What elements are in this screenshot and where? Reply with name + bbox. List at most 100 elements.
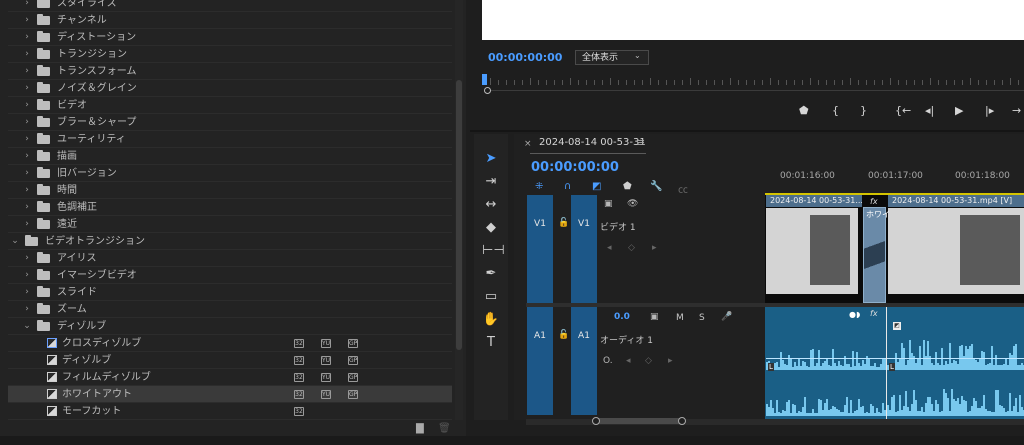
ripple-edit-tool-icon[interactable]: ↔ — [482, 196, 500, 214]
clip-title[interactable]: 2024-08-14 00-53-31.mp4 [V] — [888, 195, 1024, 207]
effects-folder[interactable]: › トランスフォーム — [8, 63, 452, 80]
hand-tool-icon[interactable]: ✋ — [482, 311, 500, 329]
source-patch-a1[interactable]: A1 — [527, 307, 553, 415]
effects-folder[interactable]: ⌄ ディゾルブ — [8, 318, 452, 335]
chevron-right-icon[interactable]: › — [22, 46, 32, 63]
chevron-right-icon[interactable]: › — [22, 284, 32, 301]
effects-folder[interactable]: › 旧バージョン — [8, 165, 452, 182]
next-keyframe-icon[interactable]: ▸ — [668, 356, 673, 366]
effects-folder[interactable]: ⌄ ビデオトランジション — [8, 233, 452, 250]
effects-folder[interactable]: › トランジション — [8, 46, 452, 63]
effects-folder[interactable]: › スタイライズ — [8, 0, 452, 12]
effects-folder[interactable]: › アイリス — [8, 250, 452, 267]
next-keyframe-icon[interactable]: ▸ — [652, 243, 657, 253]
linked-selection-icon[interactable]: ◩ — [592, 181, 601, 192]
chevron-right-icon[interactable]: › — [22, 182, 32, 199]
volume-rubberband[interactable] — [766, 358, 1024, 359]
audio-transition-icon[interactable]: ◩ — [893, 322, 901, 330]
program-playhead[interactable] — [482, 74, 487, 85]
effects-folder[interactable]: › チャンネル — [8, 12, 452, 29]
volume-keyframe-icon[interactable]: O. — [603, 356, 613, 366]
effects-item[interactable]: ホワイトアウト 32 YU GP — [8, 386, 452, 403]
prev-keyframe-icon[interactable]: ◂ — [626, 356, 631, 366]
chevron-right-icon[interactable]: › — [22, 0, 32, 12]
chevron-right-icon[interactable]: › — [22, 29, 32, 46]
effects-folder[interactable]: › ビデオ — [8, 97, 452, 114]
marker-icon[interactable]: ⬟ — [623, 181, 632, 192]
effects-folder[interactable]: › 描画 — [8, 148, 452, 165]
chevron-down-icon[interactable]: ⌄ — [10, 233, 20, 250]
close-icon[interactable]: × — [524, 139, 532, 149]
play-icon[interactable]: ▶ — [955, 104, 963, 117]
effects-item[interactable]: クロスディゾルブ 32 YU GP — [8, 335, 452, 352]
effects-folder[interactable]: › 遠近 — [8, 216, 452, 233]
prev-keyframe-icon[interactable]: ◂ — [607, 243, 612, 253]
chevron-right-icon[interactable]: › — [22, 63, 32, 80]
new-bin-icon[interactable]: ▇ — [416, 423, 424, 434]
solo-button[interactable]: S — [699, 313, 705, 323]
lock-icon[interactable]: 🔓 — [558, 330, 569, 340]
trash-icon[interactable]: 🗑 — [438, 423, 451, 434]
chevron-right-icon[interactable]: › — [22, 97, 32, 114]
type-tool-icon[interactable]: T — [482, 334, 500, 352]
effects-folder[interactable]: › ノイズ＆グレイン — [8, 80, 452, 97]
effects-folder[interactable]: › ユーティリティ — [8, 131, 452, 148]
effects-folder[interactable]: › ズーム — [8, 301, 452, 318]
chevron-right-icon[interactable]: › — [22, 165, 32, 182]
keyframe-icon[interactable]: ◇ — [645, 356, 652, 366]
chevron-down-icon[interactable]: ⌄ — [22, 318, 32, 335]
zoom-handle-left[interactable] — [592, 417, 600, 425]
wrench-icon[interactable]: 🔧 — [650, 181, 662, 192]
effects-folder[interactable]: › ブラー＆シャープ — [8, 114, 452, 131]
effects-scroll-thumb[interactable] — [456, 80, 462, 350]
microphone-icon[interactable]: 🎤 — [721, 312, 732, 322]
chevron-right-icon[interactable]: › — [22, 131, 32, 148]
chevron-right-icon[interactable]: › — [22, 199, 32, 216]
track-select-tool-icon[interactable]: ⇥ — [482, 173, 500, 191]
chevron-right-icon[interactable]: › — [22, 114, 32, 131]
sequence-timecode[interactable]: 00:00:00:00 — [531, 160, 619, 175]
step-back-icon[interactable]: ◂| — [925, 104, 934, 117]
track-target-a1[interactable]: A1 — [571, 307, 597, 415]
rectangle-tool-icon[interactable]: ▭ — [482, 288, 500, 306]
slip-tool-icon[interactable]: ⊢⊣ — [482, 242, 505, 260]
step-forward-icon[interactable]: |▸ — [985, 104, 994, 117]
effects-item[interactable]: フィルムディゾルブ 32 YU GP — [8, 369, 452, 386]
program-timecode[interactable]: 00:00:00:00 — [488, 51, 562, 64]
sync-lock-icon[interactable]: ▣ — [650, 312, 659, 322]
effects-item[interactable]: ディゾルブ 32 YU GP — [8, 352, 452, 369]
chevron-right-icon[interactable]: › — [22, 216, 32, 233]
go-to-out-icon[interactable]: → — [1012, 104, 1021, 117]
clip-edit-point[interactable] — [886, 307, 887, 420]
effects-folder[interactable]: › 時間 — [8, 182, 452, 199]
effects-folder[interactable]: › イマーシブビデオ — [8, 267, 452, 284]
track-target-v1[interactable]: V1 — [571, 195, 597, 303]
mark-in-icon[interactable]: { — [832, 104, 839, 117]
program-zoom-handle[interactable] — [484, 87, 491, 94]
zoom-handle-right[interactable] — [678, 417, 686, 425]
eye-icon[interactable]: 👁 — [627, 199, 638, 209]
mute-button[interactable]: M — [676, 313, 684, 323]
captions-icon[interactable]: ㏄ — [678, 181, 688, 196]
chevron-right-icon[interactable]: › — [22, 148, 32, 165]
transition-whiteout[interactable] — [863, 207, 886, 303]
snap-icon[interactable]: ∩ — [564, 181, 571, 192]
effects-item[interactable]: モーフカット 32 — [8, 403, 452, 420]
chevron-right-icon[interactable]: › — [22, 301, 32, 318]
menu-icon[interactable]: ≡ — [636, 136, 645, 149]
chevron-right-icon[interactable]: › — [22, 12, 32, 29]
mark-out-icon[interactable]: } — [860, 104, 867, 117]
razor-tool-icon[interactable]: ◆ — [482, 219, 500, 237]
add-marker-icon[interactable]: ⬟ — [799, 104, 809, 117]
source-patch-v1[interactable]: V1 — [527, 195, 553, 303]
timeline-scroll-thumb[interactable] — [596, 418, 682, 424]
chevron-right-icon[interactable]: › — [22, 267, 32, 284]
pen-tool-icon[interactable]: ✒ — [482, 265, 500, 283]
chevron-right-icon[interactable]: › — [22, 80, 32, 97]
effects-folder[interactable]: › スライド — [8, 284, 452, 301]
clip-title[interactable]: 2024-08-14 00-53-31... — [766, 195, 862, 207]
sync-lock-icon[interactable]: ▣ — [604, 199, 613, 209]
audio-level[interactable]: 0.0 — [614, 312, 630, 322]
effects-folder[interactable]: › ディストーション — [8, 29, 452, 46]
selection-tool-icon[interactable]: ➤ — [482, 150, 500, 168]
